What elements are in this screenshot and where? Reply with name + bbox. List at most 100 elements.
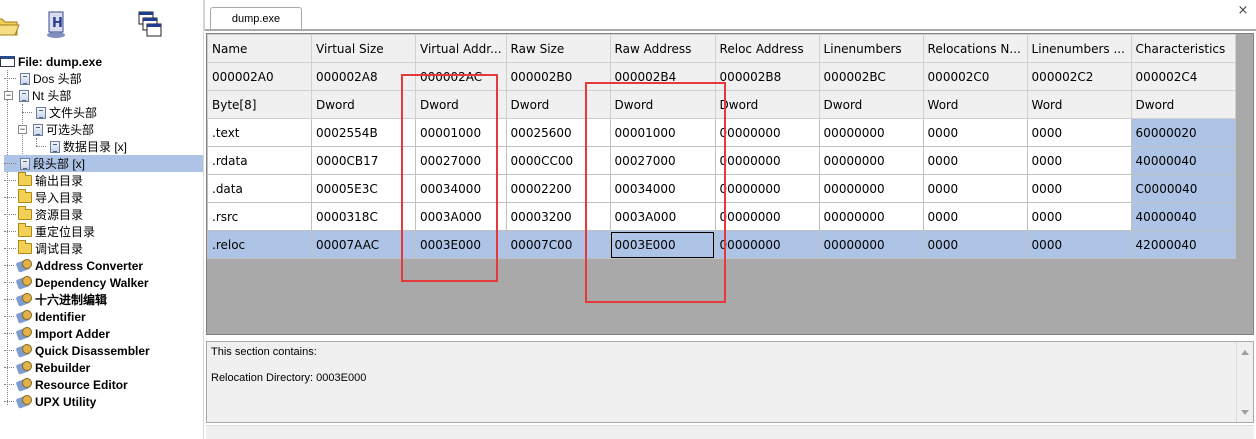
tree-item-export-directory[interactable]: 输出目录 (4, 172, 83, 189)
tree-item-address-converter[interactable]: Address Converter (4, 257, 143, 274)
table-cell[interactable]: 0000 (922, 146, 1028, 175)
tree-item-debug-directory[interactable]: 调试目录 (4, 240, 83, 257)
table-cell[interactable]: 00025600 (505, 118, 611, 147)
table-cell[interactable]: 00007AAC (311, 230, 416, 259)
windows-button[interactable] (132, 6, 168, 42)
table-cell[interactable]: 00000000 (818, 202, 924, 231)
table-cell[interactable]: 0000 (922, 230, 1028, 259)
column-header[interactable]: Raw Address (609, 34, 716, 63)
table-cell[interactable]: 00000000 (818, 230, 924, 259)
table-cell[interactable]: 00000000 (818, 146, 924, 175)
tree-item-import-adder[interactable]: Import Adder (4, 325, 110, 342)
table-cell[interactable]: 0002554B (311, 118, 416, 147)
tree-item-nt-header[interactable]: − Nt 头部 (4, 87, 71, 104)
column-header[interactable]: Linenumbers (818, 34, 924, 63)
table-cell[interactable]: 00002200 (505, 174, 611, 203)
column-header[interactable]: Name (207, 34, 312, 63)
table-cell[interactable]: 0000 (1026, 146, 1132, 175)
table-cell[interactable]: 00027000 (415, 146, 507, 175)
tree-item-quick-disassembler[interactable]: Quick Disassembler (4, 342, 150, 359)
table-cell[interactable]: 00034000 (415, 174, 507, 203)
table-cell[interactable]: 0000 (1026, 230, 1132, 259)
table-cell[interactable]: 0000 (922, 118, 1028, 147)
table-cell[interactable]: 40000040 (1130, 146, 1236, 175)
table-cell[interactable]: 0003E000 (415, 230, 507, 259)
table-cell[interactable]: 00000000 (714, 174, 820, 203)
table-cell[interactable]: C0000040 (1130, 174, 1236, 203)
tree-root[interactable]: File: dump.exe (0, 53, 102, 70)
table-cell[interactable]: 0000 (1026, 118, 1132, 147)
tree-item-import-directory[interactable]: 导入目录 (4, 189, 83, 206)
table-cell[interactable]: 0000CC00 (505, 146, 611, 175)
column-header[interactable]: Characteristics (1130, 34, 1236, 63)
table-cell[interactable]: 00000000 (818, 174, 924, 203)
table-cell[interactable]: 60000020 (1130, 118, 1236, 147)
table-row[interactable]: .rsrc 0000318C 0003A000 00003200 0003A00… (207, 202, 1236, 231)
focused-cell[interactable]: 0003E000 (609, 230, 716, 259)
tree-item-identifier[interactable]: Identifier (4, 308, 86, 325)
table-cell[interactable]: 00000000 (714, 118, 820, 147)
table-cell[interactable]: 0000 (1026, 202, 1132, 231)
vertical-scrollbar[interactable] (1236, 342, 1253, 422)
tree-item-dependency-walker[interactable]: Dependency Walker (4, 274, 149, 291)
tree-item-dos-header[interactable]: Dos 头部 (4, 70, 82, 87)
table-cell[interactable]: 00005E3C (311, 174, 416, 203)
collapse-toggle[interactable]: − (4, 91, 13, 100)
table-row[interactable]: .data 00005E3C 00034000 00002200 0003400… (207, 174, 1236, 203)
table-cell[interactable]: .rdata (207, 146, 312, 175)
table-cell[interactable]: 00000000 (714, 230, 820, 259)
table-cell[interactable]: 0000 (1026, 174, 1132, 203)
table-cell[interactable]: 00001000 (609, 118, 716, 147)
column-header[interactable]: Raw Size (505, 34, 611, 63)
table-cell[interactable]: 00034000 (609, 174, 716, 203)
tree-item-optional-header[interactable]: − 可选头部 (18, 121, 94, 138)
table-cell[interactable]: 0003A000 (609, 202, 716, 231)
table-cell[interactable]: 42000040 (1130, 230, 1236, 259)
table-cell[interactable]: 00003200 (505, 202, 611, 231)
horizontal-scrollbar[interactable] (206, 425, 1254, 439)
column-header[interactable]: Virtual Size (311, 34, 416, 63)
collapse-toggle[interactable]: − (18, 125, 27, 134)
table-cell[interactable]: 0000CB17 (311, 146, 416, 175)
tree-item-relocation-directory[interactable]: 重定位目录 (4, 223, 95, 240)
tab-dump-exe[interactable]: dump.exe (210, 7, 302, 29)
table-cell[interactable]: 40000040 (1130, 202, 1236, 231)
column-header[interactable]: Virtual Addr... (415, 34, 507, 63)
table-cell[interactable]: 0000 (922, 202, 1028, 231)
tree-item-resource-editor[interactable]: Resource Editor (4, 376, 128, 393)
tree-item-data-directories[interactable]: 数据目录 [x] (36, 138, 127, 155)
tree-item-rebuilder[interactable]: Rebuilder (4, 359, 90, 376)
column-header[interactable]: Linenumbers ... (1026, 34, 1132, 63)
column-header[interactable]: Relocations N... (922, 34, 1028, 63)
table-cell[interactable]: 00027000 (609, 146, 716, 175)
tree-item-resource-directory[interactable]: 资源目录 (4, 206, 83, 223)
tree-item-hex-editor[interactable]: 十六进制编辑 (4, 291, 107, 308)
open-file-button[interactable] (0, 6, 24, 42)
save-button[interactable]: H (38, 6, 74, 42)
table-row-selected[interactable]: .reloc 00007AAC 0003E000 00007C00 0003E0… (207, 230, 1236, 259)
table-cell[interactable]: .reloc (207, 230, 312, 259)
table-row[interactable]: .text 0002554B 00001000 00025600 0000100… (207, 118, 1236, 147)
table-cell[interactable]: 00007C00 (505, 230, 611, 259)
panel-splitter[interactable] (203, 0, 204, 439)
scroll-down-icon[interactable] (1241, 410, 1249, 415)
scroll-up-icon[interactable] (1241, 350, 1249, 355)
column-header[interactable]: Reloc Address (714, 34, 820, 63)
table-cell[interactable]: 00000000 (714, 202, 820, 231)
table-cell[interactable]: 0000 (922, 174, 1028, 203)
tree-item-section-headers[interactable]: 段头部 [x] (4, 155, 203, 172)
tree-item-file-header[interactable]: 文件头部 (22, 104, 97, 121)
section-headers-grid[interactable]: Name Virtual Size Virtual Addr... Raw Si… (206, 33, 1254, 335)
tree-item-label: 资源目录 (35, 208, 84, 222)
table-cell[interactable]: 0003A000 (415, 202, 507, 231)
table-row[interactable]: .rdata 0000CB17 00027000 0000CC00 000270… (207, 146, 1236, 175)
table-cell[interactable]: .text (207, 118, 312, 147)
table-cell[interactable]: 00000000 (714, 146, 820, 175)
table-cell[interactable]: .rsrc (207, 202, 312, 231)
close-icon[interactable]: × (1236, 4, 1250, 18)
table-cell[interactable]: 00000000 (818, 118, 924, 147)
table-cell[interactable]: 00001000 (415, 118, 507, 147)
table-cell[interactable]: 0000318C (311, 202, 416, 231)
tree-item-upx-utility[interactable]: UPX Utility (4, 393, 96, 410)
table-cell[interactable]: .data (207, 174, 312, 203)
